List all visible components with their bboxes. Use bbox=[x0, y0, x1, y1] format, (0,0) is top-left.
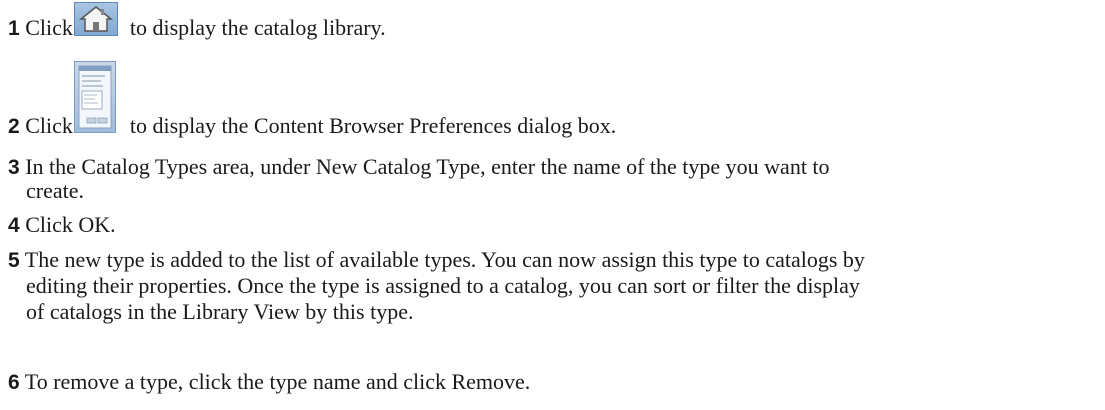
step-2: 2 Click to display the Content Browser P… bbox=[8, 112, 1095, 140]
step-5-line-2: editing their properties. Once the type … bbox=[26, 273, 860, 298]
step-3-line-2: create. bbox=[26, 178, 84, 203]
step-6: 6 To remove a type, click the type name … bbox=[8, 368, 1095, 396]
step-number: 1 bbox=[8, 17, 20, 40]
step-1: 1 Click to display the catalog library. bbox=[8, 14, 1095, 42]
step-number: 4 bbox=[8, 214, 20, 237]
step-number: 5 bbox=[8, 249, 20, 272]
step-text: To remove a type, click the type name an… bbox=[24, 369, 531, 394]
step-text-before: Click bbox=[25, 15, 73, 40]
home-icon bbox=[74, 2, 118, 36]
step-text-after: to display the catalog library. bbox=[129, 15, 386, 40]
step-4: 4 Click OK. bbox=[8, 211, 1095, 239]
step-5-line-3: of catalogs in the Library View by this … bbox=[26, 299, 414, 324]
step-number: 3 bbox=[8, 156, 20, 179]
step-text-line-1: The new type is added to the list of ava… bbox=[24, 247, 865, 272]
step-text-before: Click bbox=[25, 113, 73, 138]
step-5: 5 The new type is added to the list of a… bbox=[8, 246, 1095, 274]
step-text-line-1: In the Catalog Types area, under New Cat… bbox=[25, 154, 830, 179]
step-number: 2 bbox=[8, 115, 20, 138]
step-text: Click OK. bbox=[25, 212, 116, 237]
step-number: 6 bbox=[8, 371, 20, 394]
step-3: 3 In the Catalog Types area, under New C… bbox=[8, 153, 1095, 181]
step-text-after: to display the Content Browser Preferenc… bbox=[129, 113, 617, 138]
